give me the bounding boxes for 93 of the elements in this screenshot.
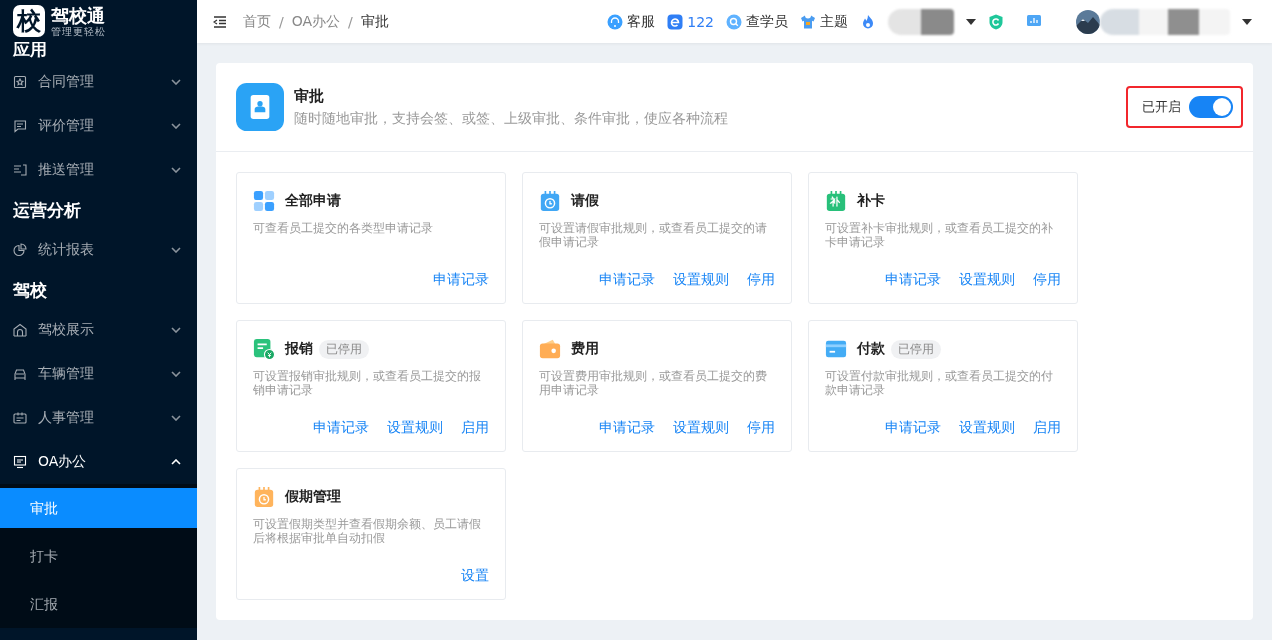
breadcrumb-separator: / [348, 13, 353, 30]
breadcrumb-link[interactable]: 首页 [243, 12, 271, 31]
tiles-icon [253, 190, 275, 212]
header-tool[interactable]: 122 [667, 13, 714, 30]
card-title: 请假 [571, 192, 599, 210]
card-action-link[interactable]: 申请记录 [599, 419, 655, 437]
approval-app-icon [236, 83, 284, 131]
card-action-link[interactable]: 申请记录 [599, 271, 655, 289]
comment-icon [13, 119, 27, 133]
caret-icon[interactable] [1242, 18, 1252, 25]
card-action-link[interactable]: 启用 [461, 419, 489, 437]
card-action-link[interactable]: 启用 [1033, 419, 1061, 437]
shirt-icon [800, 13, 816, 30]
page-title: 审批 [294, 86, 325, 106]
chevron-icon [171, 327, 181, 333]
logo-mark: 校 [13, 5, 45, 37]
menu-item[interactable]: 驾校展示 [0, 308, 197, 352]
menu-section-title: 应用 [12, 38, 48, 60]
house-icon [13, 323, 27, 337]
browser-icon [667, 13, 684, 30]
header-tool[interactable]: 主题 [800, 12, 848, 31]
card-action-link[interactable]: 申请记录 [433, 271, 489, 289]
menu-section-title: 驾校 [12, 279, 48, 302]
headset-icon [607, 13, 624, 30]
chevron-icon [171, 459, 181, 465]
chevron-icon [171, 123, 181, 129]
menu-section-title: 运营分析 [12, 199, 82, 222]
card-title: 费用 [571, 340, 599, 358]
card-action-link[interactable]: 申请记录 [885, 271, 941, 289]
status-badge: 已停用 [891, 339, 941, 359]
card-action-link[interactable]: 设置规则 [387, 419, 443, 437]
card-description: 可设置费用审批规则，或查看员工提交的费用申请记录 [539, 369, 768, 397]
card-description: 可设置报销审批规则，或查看员工提交的报销申请记录 [253, 369, 482, 397]
submenu-item[interactable]: 汇报 [0, 580, 197, 628]
card-title: 补卡 [857, 192, 885, 210]
status-badge: 已停用 [319, 339, 369, 359]
submenu-item[interactable]: 审批 [0, 488, 197, 528]
menu-item[interactable]: 车辆管理 [0, 352, 197, 396]
card-title: 报销 [285, 340, 313, 358]
breadcrumb-separator: / [279, 13, 284, 30]
breadcrumb-link[interactable]: OA办公 [291, 12, 341, 31]
menu-item[interactable]: 推送管理 [0, 148, 197, 192]
calendar-icon [825, 190, 847, 212]
chevron-icon [171, 79, 181, 85]
calendar-icon [539, 190, 561, 212]
card-action-link[interactable]: 停用 [1033, 271, 1061, 289]
credit-card-icon [825, 338, 847, 360]
chevron-icon [171, 371, 181, 377]
chevron-icon [171, 247, 181, 253]
card-action-link[interactable]: 设置规则 [959, 419, 1015, 437]
menu-fold-icon[interactable] [213, 15, 227, 28]
menu-item[interactable]: 统计报表 [0, 228, 197, 272]
header-tool[interactable]: 查学员 [726, 12, 788, 31]
chevron-icon [171, 167, 181, 173]
calendar-icon [253, 486, 275, 508]
submenu-item[interactable]: 打卡 [0, 532, 197, 580]
card-action-link[interactable]: 设置规则 [673, 271, 729, 289]
card-action-link[interactable]: 设置规则 [959, 271, 1015, 289]
card-description: 可设置补卡审批规则，或查看员工提交的补卡申请记录 [825, 221, 1054, 249]
avatar[interactable] [1076, 9, 1100, 34]
card-description: 可设置请假审批规则，或查看员工提交的请假申请记录 [539, 221, 768, 249]
card-action-link[interactable]: 申请记录 [885, 419, 941, 437]
pie-icon [13, 243, 27, 257]
wallet-icon [539, 338, 561, 360]
card-action-link[interactable]: 停用 [747, 419, 775, 437]
chevron-icon [171, 415, 181, 421]
switch-label: 已开启 [1142, 98, 1181, 116]
car-icon [13, 367, 27, 381]
search-icon [726, 13, 742, 30]
flame-icon[interactable] [860, 13, 876, 30]
card-title: 全部申请 [285, 192, 341, 210]
card-action-link[interactable]: 设置 [461, 567, 489, 585]
header-tool[interactable]: 客服 [607, 12, 656, 31]
card-description: 可设置付款审批规则，或查看员工提交的付款申请记录 [825, 369, 1054, 397]
caret-icon[interactable] [966, 18, 976, 25]
card-action-link[interactable]: 申请记录 [313, 419, 369, 437]
logo-name: 驾校通 [51, 5, 106, 26]
menu-item[interactable]: 评价管理 [0, 104, 197, 148]
page-subtitle: 随时随地审批，支持会签、或签、上级审批、条件审批，使应各种流程 [294, 109, 729, 128]
logo-slogan: 管理更轻松 [51, 25, 106, 37]
card-title: 假期管理 [285, 488, 341, 506]
toggle-switch[interactable] [1189, 96, 1233, 118]
blurred-name [888, 8, 954, 35]
card-action-link[interactable]: 设置规则 [673, 419, 729, 437]
receipt-icon [253, 338, 275, 360]
card-description: 可设置假期类型并查看假期余额、员工请假后将根据审批单自动扣假 [253, 517, 482, 545]
card-title: 付款 [857, 340, 885, 358]
menu-item[interactable]: 合同管理 [0, 60, 197, 104]
menu-item[interactable]: 人事管理 [0, 396, 197, 440]
card-action-link[interactable]: 停用 [747, 271, 775, 289]
menu-item[interactable]: OA办公 [0, 440, 197, 484]
card-description: 可查看员工提交的各类型申请记录 [253, 221, 434, 235]
icon-label: 补 [830, 196, 840, 208]
